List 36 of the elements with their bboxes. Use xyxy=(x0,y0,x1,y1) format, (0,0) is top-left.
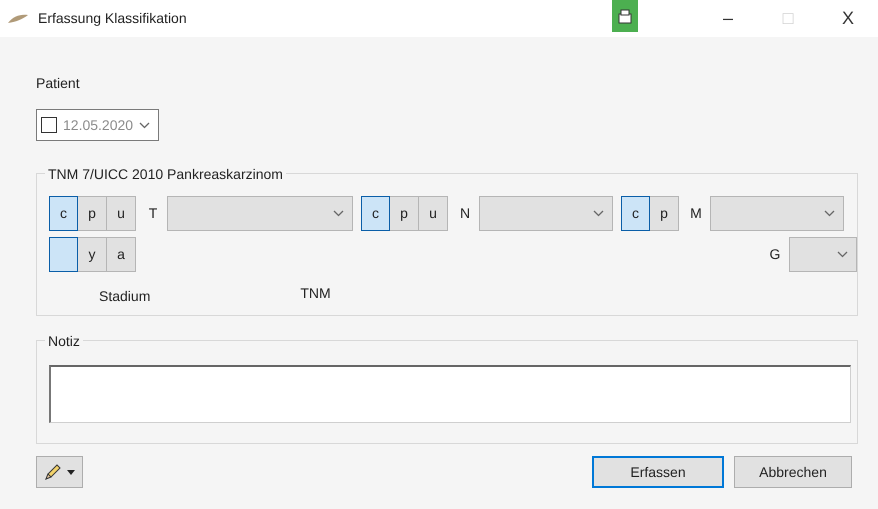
chevron-icon xyxy=(593,210,604,217)
chevron-icon xyxy=(824,210,835,217)
toggle-button[interactable]: p xyxy=(78,196,107,231)
toggle-button[interactable]: p xyxy=(650,196,679,231)
toggle-button[interactable]: y xyxy=(78,237,107,272)
toggle-button[interactable]: c xyxy=(621,196,650,231)
date-value: 12.05.2020 xyxy=(63,116,134,134)
field-label: M xyxy=(689,204,703,223)
toggle-button[interactable] xyxy=(49,237,78,272)
toggle-button[interactable]: c xyxy=(49,196,78,231)
note-field[interactable] xyxy=(49,365,851,423)
toggle-button[interactable]: u xyxy=(419,196,448,231)
cancel-button[interactable]: Abbrechen xyxy=(734,456,852,488)
close-button[interactable]: X xyxy=(818,2,878,34)
chevron-icon xyxy=(837,251,848,258)
printer-icon[interactable] xyxy=(612,0,638,32)
field-label: G xyxy=(768,245,782,264)
toggle-button[interactable]: u xyxy=(107,196,136,231)
field-label: T xyxy=(148,204,158,223)
minimize-button[interactable]: – xyxy=(698,2,758,34)
field-label: N xyxy=(458,204,472,223)
checkbox[interactable] xyxy=(41,117,57,133)
chevron-icon xyxy=(139,122,150,128)
toggle-button[interactable]: a xyxy=(107,237,136,272)
stadium-label: Stadium xyxy=(99,287,150,306)
pencil-icon xyxy=(43,463,63,481)
section-label: Patient xyxy=(36,74,81,93)
caret-icon xyxy=(66,470,74,474)
tnm-label: TNM xyxy=(300,284,331,303)
capture-button[interactable]: Erfassen xyxy=(592,456,724,488)
pencil-menu-button[interactable] xyxy=(36,456,83,488)
feather-icon xyxy=(7,14,29,24)
window-title: Erfassung Klassifikation xyxy=(38,9,187,28)
toggle-button[interactable]: c xyxy=(361,196,390,231)
toggle-button[interactable]: p xyxy=(390,196,419,231)
chevron-icon xyxy=(333,210,344,217)
